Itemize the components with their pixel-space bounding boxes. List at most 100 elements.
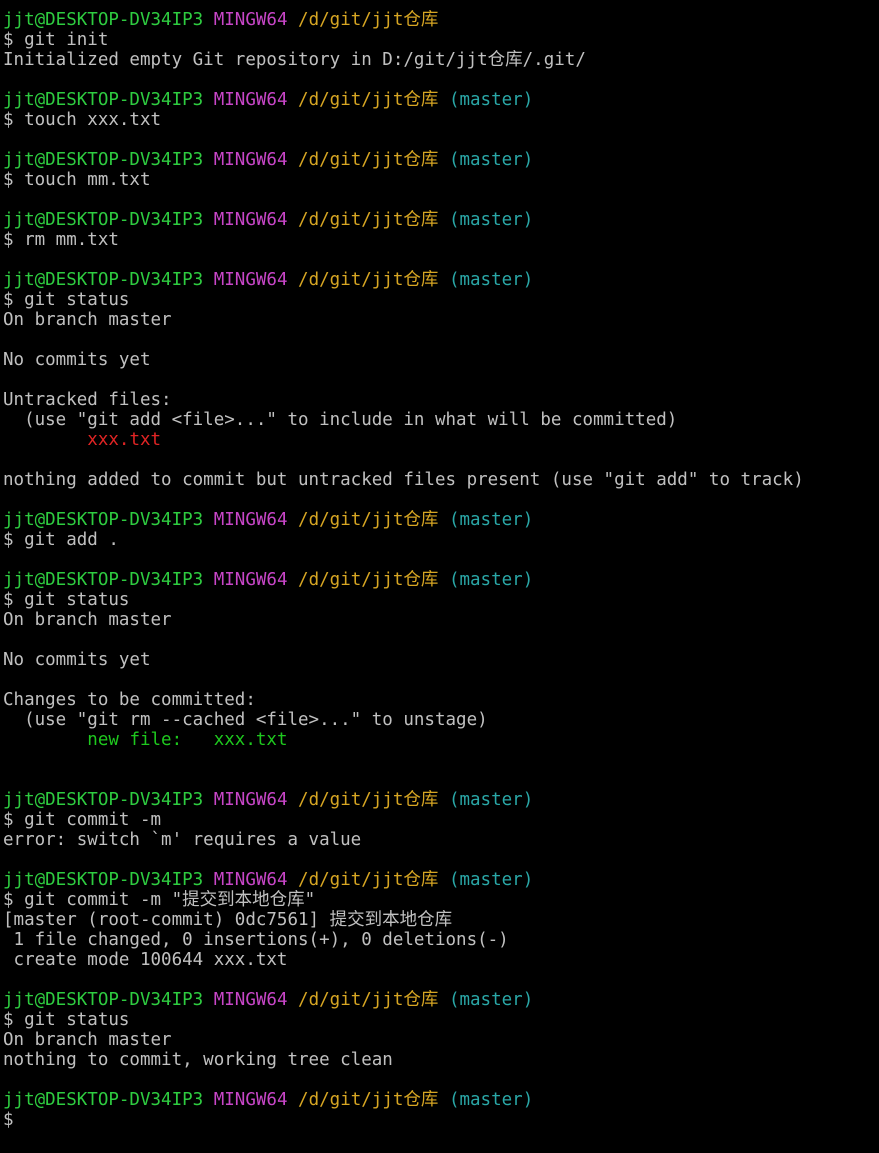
- output-text: No commits yet: [3, 350, 151, 370]
- terminal-line-prompt: jjt@DESKTOP-DV34IP3 MINGW64 /d/git/jjt仓库…: [3, 870, 879, 890]
- terminal-line-output: 1 file changed, 0 insertions(+), 0 delet…: [3, 930, 879, 950]
- output-text: On branch master: [3, 610, 172, 630]
- prompt-shell-name: MINGW64: [213, 870, 288, 890]
- command-text: $ git commit -m "提交到本地仓库": [3, 890, 316, 910]
- prompt-shell-name: MINGW64: [213, 570, 288, 590]
- prompt-path: /d/git/jjt仓库: [298, 870, 439, 890]
- prompt-shell-name: MINGW64: [213, 270, 288, 290]
- prompt-git-branch: (master): [448, 90, 534, 110]
- prompt-path: /d/git/jjt仓库: [298, 210, 439, 230]
- terminal-line-output: (use "git add <file>..." to include in w…: [3, 410, 879, 430]
- prompt-git-branch: (master): [448, 990, 534, 1010]
- terminal-line-command: $ touch xxx.txt: [3, 110, 879, 130]
- command-text: $ touch xxx.txt: [3, 110, 162, 130]
- terminal-line-output: [master (root-commit) 0dc7561] 提交到本地仓库: [3, 910, 879, 930]
- terminal-line-command: $ git init: [3, 30, 879, 50]
- terminal-line-output: Initialized empty Git repository in D:/g…: [3, 50, 879, 70]
- prompt-git-branch: (master): [448, 270, 534, 290]
- output-text: No commits yet: [3, 650, 151, 670]
- terminal-line-command: $ git commit -m "提交到本地仓库": [3, 890, 879, 910]
- terminal-line-output: Changes to be committed:: [3, 690, 879, 710]
- prompt-shell-name: MINGW64: [213, 150, 288, 170]
- prompt-path: /d/git/jjt仓库: [298, 570, 439, 590]
- terminal-line-prompt: jjt@DESKTOP-DV34IP3 MINGW64 /d/git/jjt仓库: [3, 10, 879, 30]
- output-text: On branch master: [3, 1030, 172, 1050]
- terminal-line-command: $ rm mm.txt: [3, 230, 879, 250]
- terminal-line-prompt: jjt@DESKTOP-DV34IP3 MINGW64 /d/git/jjt仓库…: [3, 790, 879, 810]
- prompt-shell-name: MINGW64: [213, 990, 288, 1010]
- terminal-line-output: On branch master: [3, 310, 879, 330]
- prompt-shell-name: MINGW64: [213, 210, 288, 230]
- output-text: Changes to be committed:: [3, 690, 256, 710]
- prompt-shell-name: MINGW64: [213, 1090, 288, 1110]
- terminal-line-command: $ touch mm.txt: [3, 170, 879, 190]
- prompt-path: /d/git/jjt仓库: [298, 790, 439, 810]
- terminal-line-command: $ git status: [3, 290, 879, 310]
- output-text: error: switch `m' requires a value: [3, 830, 362, 850]
- prompt-path: /d/git/jjt仓库: [298, 1090, 439, 1110]
- prompt-user-host: jjt@DESKTOP-DV34IP3: [3, 510, 204, 530]
- terminal-line-prompt: jjt@DESKTOP-DV34IP3 MINGW64 /d/git/jjt仓库…: [3, 210, 879, 230]
- prompt-user-host: jjt@DESKTOP-DV34IP3: [3, 870, 204, 890]
- prompt-user-host: jjt@DESKTOP-DV34IP3: [3, 10, 204, 30]
- output-text: (use "git rm --cached <file>..." to unst…: [3, 710, 488, 730]
- text-cursor[interactable]: [24, 1110, 34, 1128]
- output-text: nothing added to commit but untracked fi…: [3, 470, 804, 490]
- terminal-line-output: nothing to commit, working tree clean: [3, 1050, 879, 1070]
- prompt-git-branch: (master): [448, 510, 534, 530]
- prompt-shell-name: MINGW64: [213, 790, 288, 810]
- output-text: Initialized empty Git repository in D:/g…: [3, 50, 586, 70]
- prompt-path: /d/git/jjt仓库: [298, 10, 439, 30]
- terminal-line-prompt: jjt@DESKTOP-DV34IP3 MINGW64 /d/git/jjt仓库…: [3, 1090, 879, 1110]
- terminal-line-command: $ git status: [3, 1010, 879, 1030]
- prompt-git-branch: (master): [448, 1090, 534, 1110]
- staged-file: new file: xxx.txt: [87, 730, 288, 750]
- terminal-line-input[interactable]: $: [3, 1110, 879, 1130]
- prompt-user-host: jjt@DESKTOP-DV34IP3: [3, 990, 204, 1010]
- terminal-window[interactable]: jjt@DESKTOP-DV34IP3 MINGW64 /d/git/jjt仓库…: [0, 0, 879, 1153]
- prompt-git-branch: (master): [448, 870, 534, 890]
- command-text: $ git add .: [3, 530, 119, 550]
- output-text: nothing to commit, working tree clean: [3, 1050, 393, 1070]
- terminal-line-output: xxx.txt: [3, 430, 879, 450]
- terminal-line-output: No commits yet: [3, 650, 879, 670]
- output-text: 1 file changed, 0 insertions(+), 0 delet…: [3, 930, 509, 950]
- command-text: $ git status: [3, 290, 130, 310]
- terminal-line-output: error: switch `m' requires a value: [3, 830, 879, 850]
- prompt-git-branch: (master): [448, 150, 534, 170]
- prompt-path: /d/git/jjt仓库: [298, 90, 439, 110]
- prompt-user-host: jjt@DESKTOP-DV34IP3: [3, 790, 204, 810]
- output-text: create mode 100644 xxx.txt: [3, 950, 288, 970]
